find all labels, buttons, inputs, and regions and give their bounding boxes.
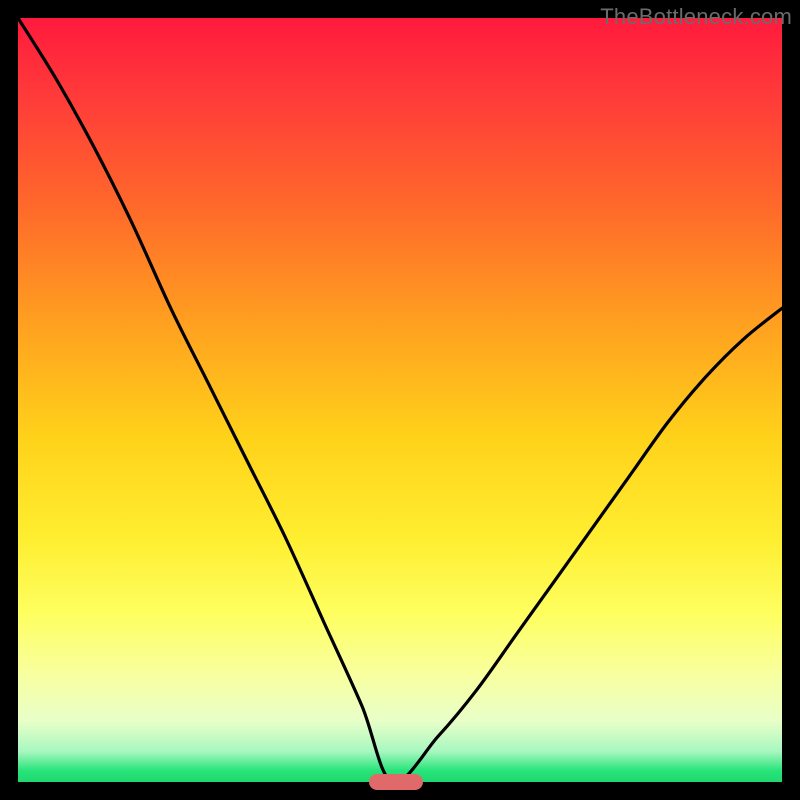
plot-area	[18, 18, 782, 782]
chart-frame: TheBottleneck.com	[0, 0, 800, 800]
watermark-text: TheBottleneck.com	[600, 4, 792, 30]
bottleneck-curve	[18, 18, 782, 782]
bottleneck-curve-path	[18, 18, 782, 782]
optimal-marker	[369, 774, 422, 790]
